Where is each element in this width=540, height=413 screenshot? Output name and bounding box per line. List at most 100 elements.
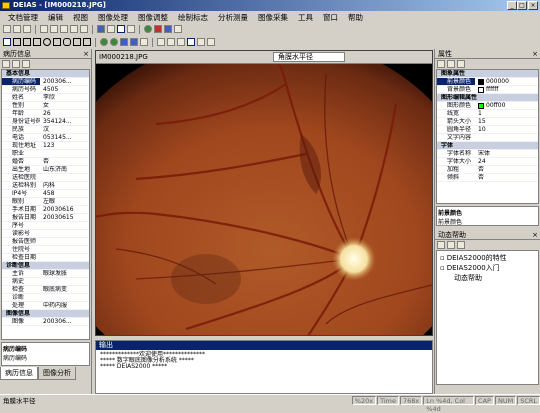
undo-icon[interactable] xyxy=(70,25,78,33)
property-row[interactable]: 送检科别 内科 xyxy=(2,182,89,190)
group-header[interactable]: 诊断信息 xyxy=(2,262,89,270)
property-row[interactable]: 婚否 否 xyxy=(2,158,89,166)
measure-icon[interactable] xyxy=(100,38,108,46)
property-value[interactable]: 26 xyxy=(40,110,89,117)
tab[interactable]: 图像分析 xyxy=(38,367,76,380)
property-row[interactable]: 姓名 李欣 xyxy=(2,94,89,102)
property-value[interactable]: 宋体 xyxy=(475,150,538,157)
property-value[interactable] xyxy=(40,222,89,229)
menu-item[interactable]: 图像采集 xyxy=(253,12,293,23)
property-value[interactable]: 左眼 xyxy=(40,198,89,205)
property-row[interactable]: 加粗 否 xyxy=(437,166,538,174)
property-value[interactable] xyxy=(40,238,89,245)
property-value[interactable]: 中药内服 xyxy=(40,302,89,309)
close-button[interactable]: × xyxy=(528,1,538,10)
select-arrow-icon[interactable] xyxy=(3,38,11,46)
menu-item[interactable]: 文档管理 xyxy=(3,12,43,23)
flip-icon[interactable] xyxy=(167,38,175,46)
props-icon[interactable] xyxy=(22,60,30,68)
patient-property-grid[interactable]: 基本信息 病历编码 200306... 病历号码 4505 姓名 李欣 性别女年龄 26 身份证号… xyxy=(1,69,90,340)
property-value[interactable] xyxy=(40,174,89,181)
camera-icon[interactable] xyxy=(144,25,152,33)
property-value[interactable] xyxy=(40,294,89,301)
property-row[interactable]: 送检医院 xyxy=(2,174,89,182)
property-row[interactable]: 年龄 26 xyxy=(2,110,89,118)
maximize-button[interactable]: □ xyxy=(517,1,527,10)
property-row[interactable]: 前景颜色 000000 xyxy=(437,78,538,86)
property-value[interactable]: 458 xyxy=(40,190,89,197)
category-icon[interactable] xyxy=(447,60,455,68)
property-row[interactable]: 序号 xyxy=(2,222,89,230)
book-icon[interactable] xyxy=(437,241,445,249)
group-header[interactable]: 图形编辑属性 xyxy=(437,94,538,102)
menu-item[interactable]: 图像处理 xyxy=(93,12,133,23)
help-icon[interactable] xyxy=(107,25,115,33)
record-icon[interactable] xyxy=(154,25,162,33)
property-value[interactable]: 内科 xyxy=(40,182,89,189)
property-row[interactable]: 箭头大小 15 xyxy=(437,118,538,126)
property-row[interactable]: IP4号 458 xyxy=(2,190,89,198)
menu-item[interactable]: 视图 xyxy=(68,12,93,23)
help-link[interactable]: ▫ DEIAS2000入门 xyxy=(440,263,535,273)
help-link[interactable]: ▫ DEIAS2000的特性 xyxy=(440,253,535,263)
property-row[interactable]: 圆角半径 10 xyxy=(437,126,538,134)
property-value[interactable]: 否 xyxy=(475,166,538,173)
fundus-image[interactable] xyxy=(96,64,432,335)
property-value[interactable]: 否 xyxy=(475,174,538,181)
property-row[interactable]: 图像 200306... xyxy=(2,318,89,326)
minimize-button[interactable]: _ xyxy=(507,1,517,10)
property-row[interactable]: 检查 眼底病变 xyxy=(2,286,89,294)
property-value[interactable]: 053145... xyxy=(40,134,89,141)
property-value[interactable]: 200306... xyxy=(40,318,89,325)
props-grid[interactable]: 图象属性 前景颜色 000000 背景颜色 ffffff 图形编辑属性 图形颜色 00ff00… xyxy=(436,69,539,204)
property-value[interactable]: 000000 xyxy=(475,78,538,85)
property-value[interactable]: 汉 xyxy=(40,126,89,133)
zoom-icon[interactable] xyxy=(127,25,135,33)
property-row[interactable]: 倾斜 否 xyxy=(437,174,538,182)
property-row[interactable]: 报告日期 20030615 xyxy=(2,214,89,222)
menu-item[interactable]: 图像调整 xyxy=(133,12,173,23)
property-value[interactable]: 4505 xyxy=(40,86,89,93)
open-icon[interactable] xyxy=(13,25,21,33)
property-row[interactable]: 检查日期 xyxy=(2,254,89,262)
split-icon[interactable] xyxy=(187,38,195,46)
menu-item[interactable]: 帮助 xyxy=(343,12,368,23)
text-tool-icon[interactable] xyxy=(83,38,91,46)
panel-close-icon[interactable]: × xyxy=(83,49,89,59)
property-value[interactable] xyxy=(475,134,538,141)
arrow-line-icon[interactable] xyxy=(23,38,31,46)
angle-icon[interactable] xyxy=(110,38,118,46)
property-row[interactable]: 性别 女 xyxy=(2,102,89,110)
print-icon[interactable] xyxy=(97,25,105,33)
property-value[interactable] xyxy=(40,230,89,237)
grid-icon[interactable] xyxy=(140,38,148,46)
property-value[interactable] xyxy=(40,150,89,157)
save-icon[interactable] xyxy=(23,25,31,33)
property-row[interactable]: 背景颜色 ffffff xyxy=(437,86,538,94)
measure-type-combo[interactable]: 角膜水平径 xyxy=(273,52,345,62)
property-value[interactable]: 女 xyxy=(40,102,89,109)
property-value[interactable]: 山东济南 xyxy=(40,166,89,173)
property-value[interactable]: 24 xyxy=(475,158,538,165)
property-row[interactable]: 眼别 左眼 xyxy=(2,198,89,206)
property-value[interactable]: 123 xyxy=(40,142,89,149)
group-header[interactable]: 图象属性 xyxy=(437,70,538,78)
rotate-icon[interactable] xyxy=(157,38,165,46)
rectangle-icon[interactable] xyxy=(33,38,41,46)
area-icon[interactable] xyxy=(120,38,128,46)
layout-icon[interactable] xyxy=(207,38,215,46)
capture-icon[interactable] xyxy=(164,25,172,33)
property-row[interactable]: 职业 xyxy=(2,150,89,158)
property-value[interactable] xyxy=(40,246,89,253)
compare-icon[interactable] xyxy=(197,38,205,46)
search-icon[interactable] xyxy=(447,241,455,249)
property-row[interactable]: 出生地 山东济南 xyxy=(2,166,89,174)
property-value[interactable]: 20030615 xyxy=(40,214,89,221)
property-row[interactable]: 电话 053145... xyxy=(2,134,89,142)
property-row[interactable]: 身份证号码 354124... xyxy=(2,118,89,126)
polygon-icon[interactable] xyxy=(53,38,61,46)
index-icon[interactable] xyxy=(457,241,465,249)
property-row[interactable]: 字体大小 24 xyxy=(437,158,538,166)
property-value[interactable]: 00ff00 xyxy=(475,102,538,109)
property-row[interactable]: 民族 汉 xyxy=(2,126,89,134)
